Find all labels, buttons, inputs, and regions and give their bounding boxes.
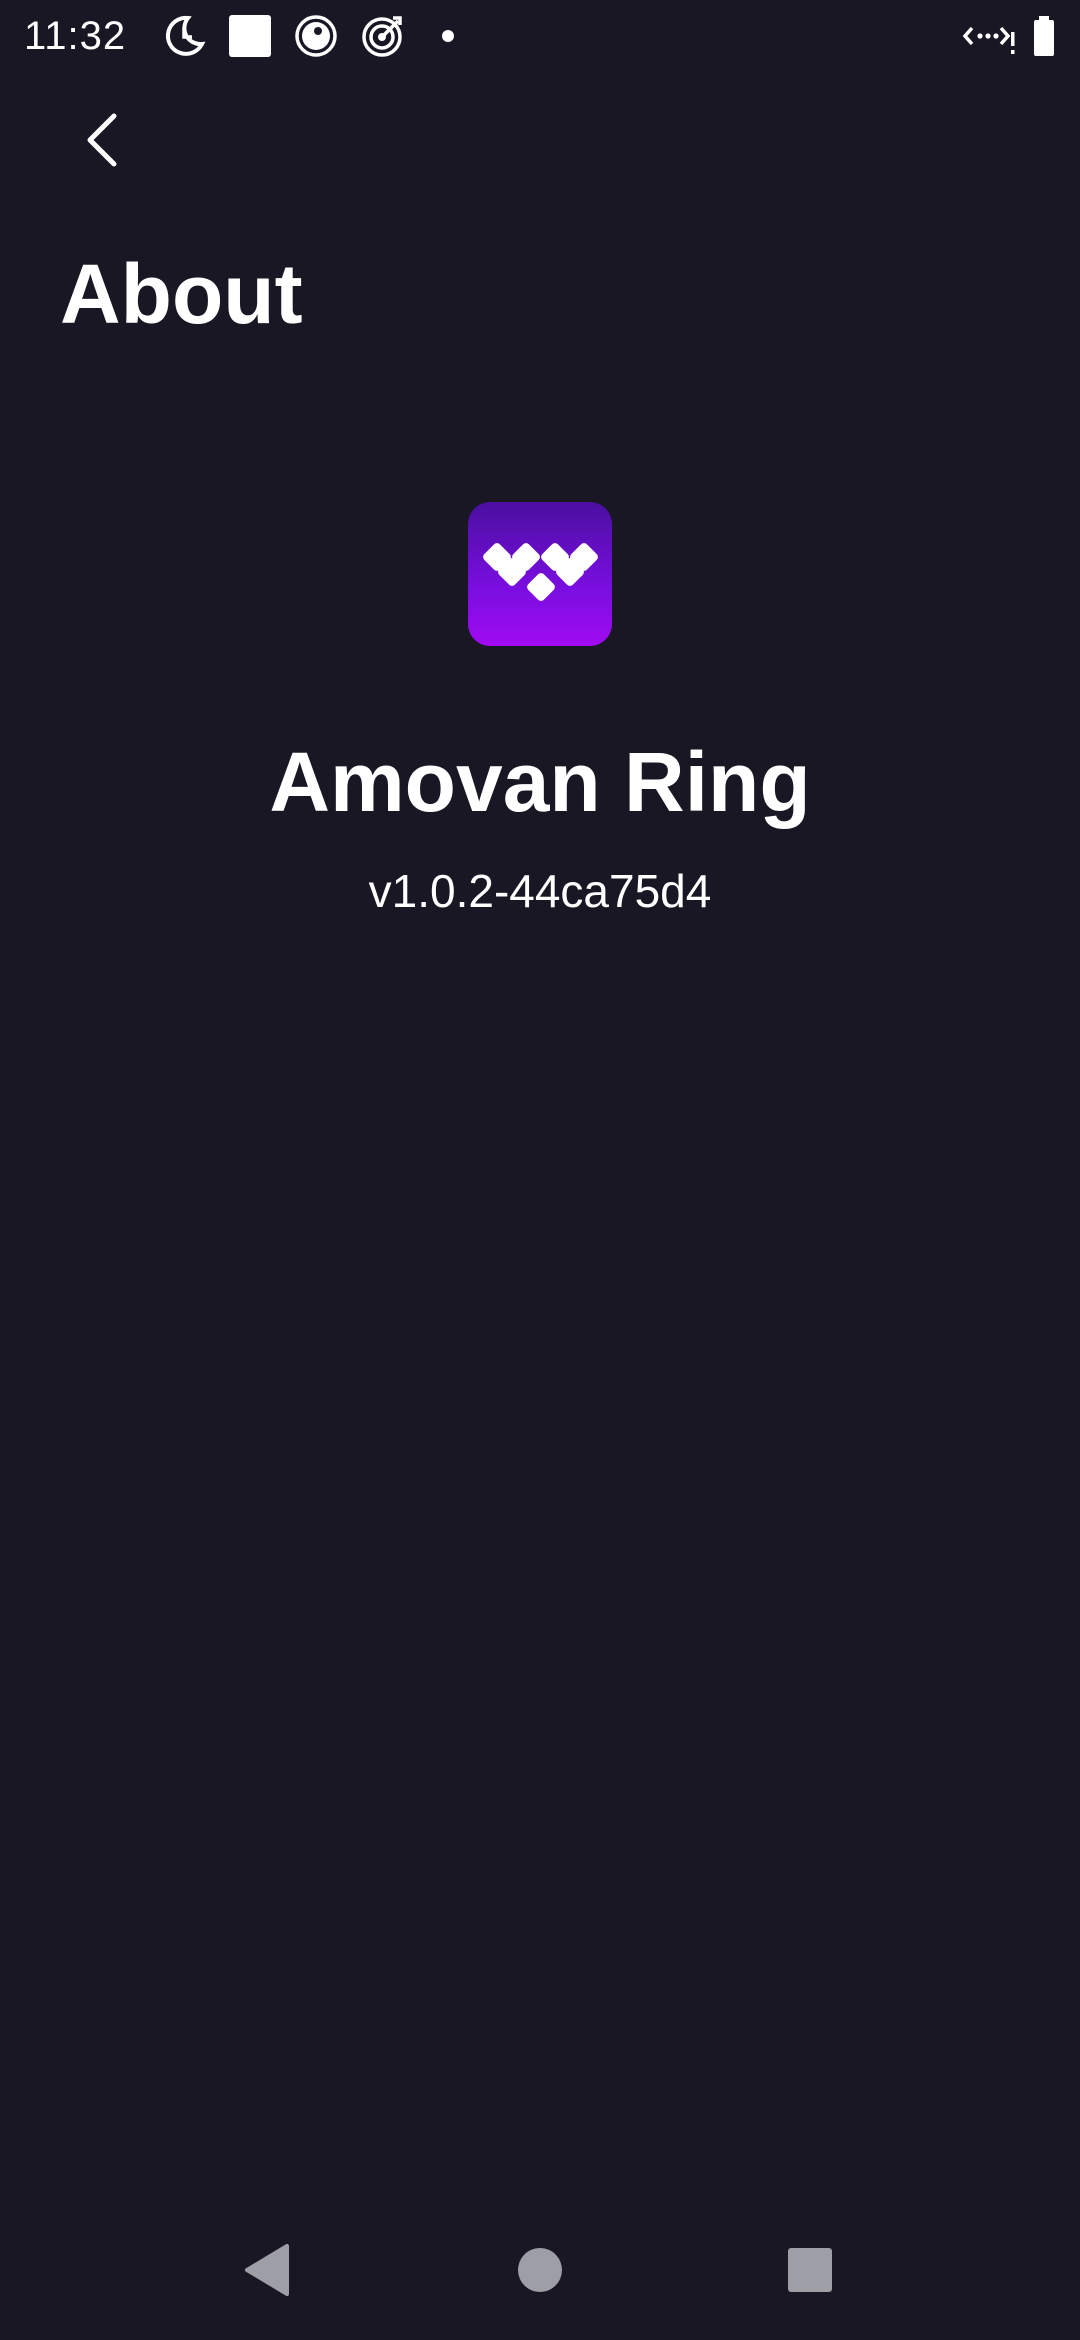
target-icon (360, 14, 404, 58)
circle-dot-icon (294, 14, 338, 58)
status-time: 11:32 (24, 14, 127, 58)
page-title: About (60, 247, 303, 341)
nav-recents-button[interactable] (760, 2220, 860, 2320)
status-bar: 11:32 (0, 0, 1080, 72)
battery-icon (1030, 14, 1058, 58)
app-logo (468, 502, 612, 646)
triangle-back-icon (243, 2242, 293, 2298)
about-screen: 11:32 About Amovan Ring v1.0.2-44ca75d4 (0, 0, 1080, 2340)
chevron-left-icon (74, 110, 134, 170)
app-name: Amovan Ring (269, 735, 811, 829)
nav-back-button[interactable] (218, 2220, 318, 2320)
amovan-diamond-logo (468, 502, 612, 646)
data-saver-icon (962, 14, 1016, 58)
square-notification-icon (228, 14, 272, 58)
app-version: v1.0.2-44ca75d4 (368, 865, 712, 917)
square-recents-icon (787, 2247, 833, 2293)
system-navigation-bar (0, 2220, 1080, 2320)
nav-home-button[interactable] (490, 2220, 590, 2320)
circle-home-icon (517, 2247, 563, 2293)
back-button[interactable] (60, 96, 148, 184)
dot-icon (436, 14, 460, 58)
clock-moon-icon (162, 14, 206, 58)
